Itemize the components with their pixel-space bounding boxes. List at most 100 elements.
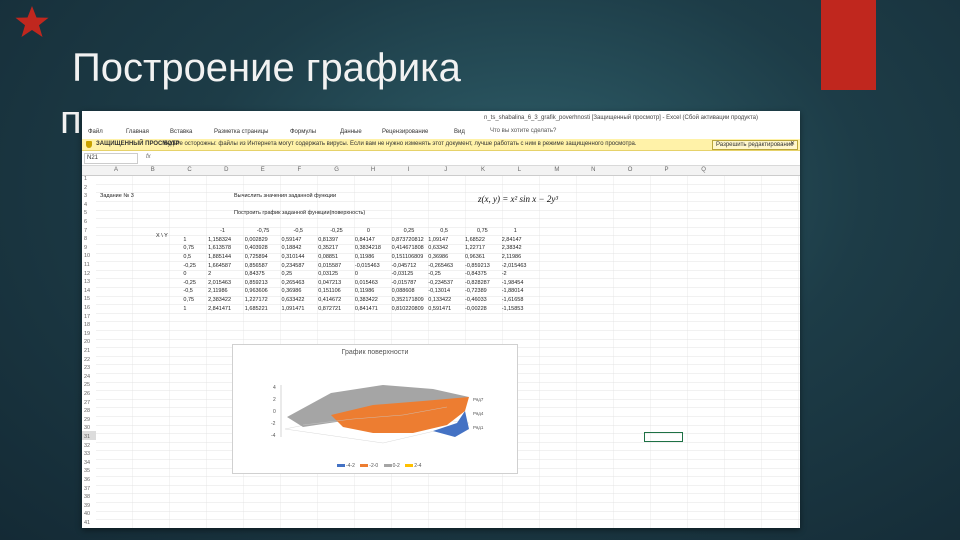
table-cell[interactable]: 2,11986 — [208, 288, 227, 294]
table-cell[interactable]: -0,13014 — [428, 288, 450, 294]
row-number[interactable]: 22 — [84, 357, 90, 363]
row-number[interactable]: 41 — [84, 520, 90, 526]
row-number[interactable]: 14 — [84, 288, 90, 294]
table-cell[interactable]: -1,98454 — [502, 280, 524, 286]
column-header[interactable]: F — [298, 167, 302, 173]
y-value-cell[interactable]: 0,75 — [477, 228, 488, 234]
tell-me-search[interactable]: Что вы хотите сделать? — [490, 128, 556, 134]
table-cell[interactable]: 0,63342 — [428, 245, 448, 251]
tab-data[interactable]: Данные — [340, 129, 362, 135]
column-header[interactable]: P — [665, 167, 669, 173]
y-value-cell[interactable]: 0,25 — [404, 228, 415, 234]
table-cell[interactable]: 0,015587 — [318, 263, 341, 269]
row-number[interactable]: 28 — [84, 408, 90, 414]
table-cell[interactable]: 0,96361 — [465, 254, 485, 260]
row-number[interactable]: 35 — [84, 468, 90, 474]
table-cell[interactable]: 0,591471 — [428, 306, 451, 312]
row-number[interactable]: 16 — [84, 305, 90, 311]
table-cell[interactable]: 2,11986 — [502, 254, 521, 260]
tab-home[interactable]: Главная — [126, 129, 149, 135]
table-cell[interactable]: -1,61658 — [502, 297, 524, 303]
row-number[interactable]: 12 — [84, 271, 90, 277]
column-header[interactable]: G — [334, 167, 339, 173]
row-number[interactable]: 40 — [84, 511, 90, 517]
table-cell[interactable]: 0,047213 — [318, 280, 341, 286]
selected-cell[interactable] — [644, 432, 683, 442]
row-number[interactable]: 38 — [84, 494, 90, 500]
table-cell[interactable]: 0,3834218 — [355, 245, 381, 251]
y-value-cell[interactable]: -0,25 — [330, 228, 343, 234]
row-number[interactable]: 7 — [84, 228, 87, 234]
table-cell[interactable]: 1,685221 — [245, 306, 268, 312]
table-cell[interactable]: 0,310144 — [282, 254, 305, 260]
table-cell[interactable]: 0,383422 — [355, 297, 378, 303]
table-cell[interactable]: -0,045712 — [392, 263, 417, 269]
table-cell[interactable]: 0,151106809 — [392, 254, 424, 260]
row-number[interactable]: 4 — [84, 202, 87, 208]
table-cell[interactable]: 1,091471 — [282, 306, 305, 312]
row-number[interactable]: 9 — [84, 245, 87, 251]
row-number[interactable]: 8 — [84, 236, 87, 242]
table-cell[interactable]: 2,015463 — [208, 280, 231, 286]
table-cell[interactable]: 0,088608 — [392, 288, 415, 294]
y-value-cell[interactable]: 1 — [514, 228, 517, 234]
column-header[interactable]: M — [554, 167, 559, 173]
table-cell[interactable]: -0,72389 — [465, 288, 487, 294]
table-cell[interactable]: 0,36986 — [282, 288, 302, 294]
y-value-cell[interactable]: 0,5 — [440, 228, 448, 234]
table-cell[interactable]: 2,841471 — [208, 306, 231, 312]
table-cell[interactable]: -2 — [502, 271, 507, 277]
column-header[interactable]: I — [408, 167, 410, 173]
row-number[interactable]: 11 — [84, 262, 90, 268]
x-value-cell[interactable]: 1 — [183, 306, 186, 312]
y-value-cell[interactable]: -1 — [220, 228, 225, 234]
table-cell[interactable]: 1,227172 — [245, 297, 268, 303]
table-cell[interactable]: 0,03125 — [318, 271, 338, 277]
table-cell[interactable]: -1,88014 — [502, 288, 524, 294]
row-number[interactable]: 24 — [84, 374, 90, 380]
table-cell[interactable]: 0,810220809 — [392, 306, 424, 312]
table-cell[interactable]: -1,15853 — [502, 306, 524, 312]
row-number[interactable]: 17 — [84, 314, 90, 320]
y-value-cell[interactable]: -0,75 — [257, 228, 270, 234]
table-cell[interactable]: 0,963606 — [245, 288, 268, 294]
row-number[interactable]: 21 — [84, 348, 90, 354]
table-cell[interactable]: 2,383422 — [208, 297, 231, 303]
table-cell[interactable]: 0,859213 — [245, 280, 268, 286]
table-cell[interactable]: -0,828287 — [465, 280, 490, 286]
row-number[interactable]: 19 — [84, 331, 90, 337]
row-number[interactable]: 27 — [84, 400, 90, 406]
row-number[interactable]: 6 — [84, 219, 87, 225]
row-number[interactable]: 1 — [84, 176, 87, 182]
table-cell[interactable]: 0,352171809 — [392, 297, 424, 303]
table-cell[interactable]: 0,856587 — [245, 263, 268, 269]
row-number[interactable]: 36 — [84, 477, 90, 483]
table-cell[interactable]: 0,873720812 — [392, 237, 424, 243]
column-header[interactable]: D — [224, 167, 228, 173]
table-cell[interactable]: 0,633422 — [282, 297, 305, 303]
table-cell[interactable]: 0,84147 — [355, 237, 375, 243]
x-value-cell[interactable]: 0 — [183, 271, 186, 277]
table-cell[interactable]: 0,81397 — [318, 237, 338, 243]
column-header[interactable]: E — [261, 167, 265, 173]
table-cell[interactable]: -0,265463 — [428, 263, 453, 269]
table-cell[interactable]: 2,38342 — [502, 245, 522, 251]
row-number[interactable]: 29 — [84, 417, 90, 423]
table-cell[interactable]: 0,414671808 — [392, 245, 424, 251]
table-cell[interactable]: 0,59147 — [282, 237, 302, 243]
column-header[interactable]: C — [187, 167, 191, 173]
table-cell[interactable]: 0,133422 — [428, 297, 451, 303]
row-number[interactable]: 32 — [84, 443, 90, 449]
row-number[interactable]: 20 — [84, 339, 90, 345]
x-value-cell[interactable]: -0,5 — [183, 288, 192, 294]
column-header[interactable]: Q — [701, 167, 706, 173]
x-value-cell[interactable]: -0,25 — [183, 280, 196, 286]
row-number[interactable]: 37 — [84, 486, 90, 492]
table-cell[interactable]: 1,885144 — [208, 254, 231, 260]
column-header[interactable]: J — [444, 167, 447, 173]
row-number[interactable]: 39 — [84, 503, 90, 509]
table-cell[interactable]: 0,84375 — [245, 271, 265, 277]
row-number[interactable]: 18 — [84, 322, 90, 328]
table-cell[interactable]: -0,015463 — [355, 263, 380, 269]
column-header[interactable]: N — [591, 167, 595, 173]
